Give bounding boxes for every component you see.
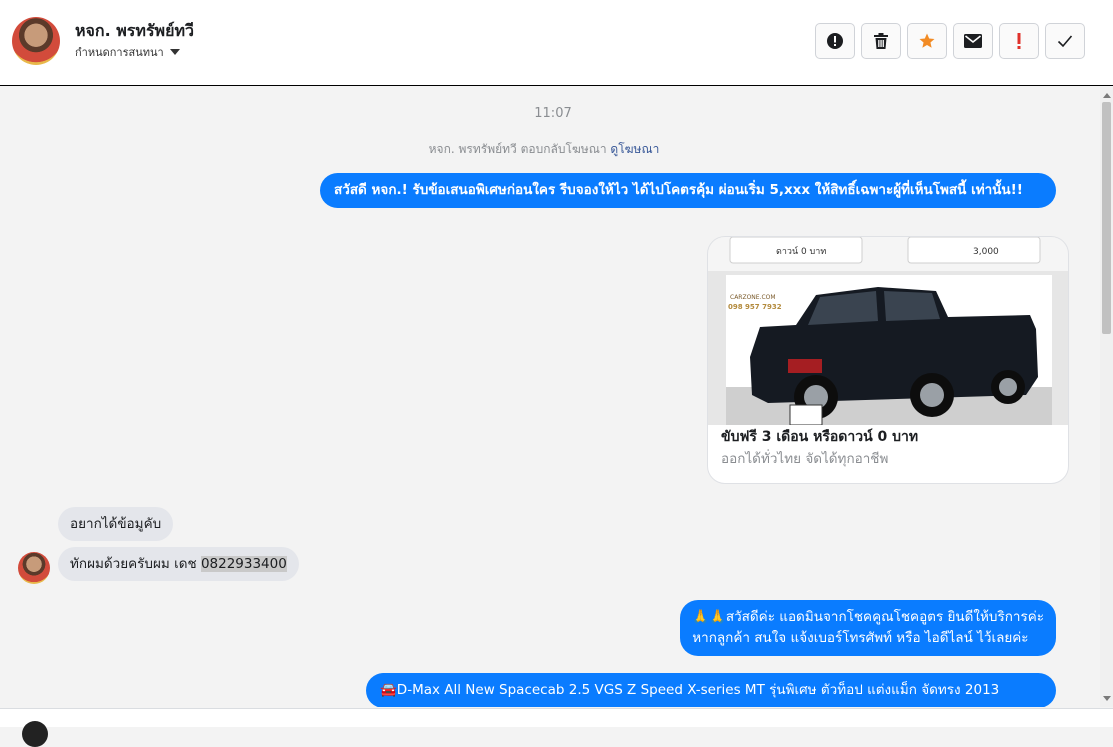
phone-number[interactable]: 0822933400: [200, 556, 287, 572]
scrollbar-thumb[interactable]: [1102, 102, 1111, 334]
assign-conversation-dropdown[interactable]: กำหนดการสนทนา: [75, 43, 180, 61]
page-avatar: [22, 721, 48, 747]
envelope-icon: [964, 34, 982, 48]
checkmark-icon: [1057, 35, 1073, 48]
outgoing-message-line: 🙏🙏สวัสดีค่ะ แอดมินจากโชคคูณโชคอูตร ยินดี…: [692, 609, 1044, 625]
header-actions: [815, 23, 1085, 59]
scroll-down-arrow-icon[interactable]: [1103, 696, 1111, 701]
incoming-message[interactable]: ทักผมด้วยครับผม เดช 0822933400: [58, 547, 299, 581]
chat-scrollbar[interactable]: [1100, 87, 1113, 707]
ad-card-title: ขับฟรี 3 เดือน หรือดาวน์ 0 บาท: [721, 429, 919, 445]
alert-circle-icon: [827, 33, 843, 49]
incoming-message-text: อยากได้ข้อมูคับ: [70, 516, 162, 532]
star-button[interactable]: [907, 23, 947, 59]
sender-avatar[interactable]: [18, 552, 50, 584]
contact-avatar[interactable]: [12, 17, 60, 65]
mark-spam-button[interactable]: [815, 23, 855, 59]
delete-button[interactable]: [861, 23, 901, 59]
outgoing-message-text: สวัสดี หจก.! รับข้อเสนอพิเศษก่อนใคร รีบจ…: [334, 182, 1023, 198]
incoming-message[interactable]: อยากได้ข้อมูคับ: [58, 507, 174, 541]
message-timestamp: 11:07: [534, 106, 572, 121]
follow-up-button[interactable]: [999, 23, 1039, 59]
outgoing-message-line: หากลูกค้า สนใจ แจ้งเบอร์โทรศัพท์ หรือ ไอ…: [692, 630, 1029, 646]
message-thread: 11:07 หจก. พรทรัพย์ทวี ตอบกลับโฆษณา ดูโฆ…: [0, 87, 1100, 707]
mark-unread-button[interactable]: [953, 23, 993, 59]
message-composer[interactable]: [0, 708, 1113, 747]
banner-right-text: 3,000: [973, 247, 999, 257]
star-icon: [919, 33, 935, 48]
ad-reply-notice: หจก. พรทรัพย์ทวี ตอบกลับโฆษณา ดูโฆษณา: [0, 140, 1088, 159]
outgoing-message[interactable]: 🚘D-Max All New Spacecab 2.5 VGS Z Speed …: [366, 673, 1056, 707]
outgoing-message[interactable]: สวัสดี หจก.! รับข้อเสนอพิเศษก่อนใคร รีบจ…: [320, 173, 1056, 208]
contact-name[interactable]: หจก. พรทรัพย์ทวี: [75, 19, 194, 44]
ad-reply-text: หจก. พรทรัพย์ทวี ตอบกลับโฆษณา: [428, 142, 607, 156]
scroll-up-arrow-icon[interactable]: [1103, 93, 1111, 98]
ad-card-image: ดาวน์ 0 บาท 3,000 CARZONE.COM 098 957 79…: [708, 237, 1068, 426]
outgoing-message[interactable]: 🙏🙏สวัสดีค่ะ แอดมินจากโชคคูณโชคอูตร ยินดี…: [680, 600, 1056, 656]
dealer-logo-text: CARZONE.COM: [730, 294, 776, 301]
dealer-logo-phone: 098 957 7932: [728, 303, 782, 311]
exclamation-icon: [1017, 33, 1021, 49]
conversation-header: หจก. พรทรัพย์ทวี กำหนดการสนทนา: [0, 0, 1113, 86]
outgoing-message-text: 🚘D-Max All New Spacecab 2.5 VGS Z Speed …: [380, 682, 1000, 698]
trash-icon: [874, 33, 888, 49]
assign-conversation-label: กำหนดการสนทนา: [75, 46, 164, 59]
mark-done-button[interactable]: [1045, 23, 1085, 59]
view-ad-link[interactable]: ดูโฆษณา: [610, 142, 659, 156]
banner-left-text: ดาวน์ 0 บาท: [776, 245, 826, 257]
pickup-truck-image: ดาวน์ 0 บาท 3,000 CARZONE.COM 098 957 79…: [708, 237, 1068, 426]
caret-down-icon: [169, 49, 180, 55]
ad-card-subtitle: ออกได้ทั่วไทย จัดได้ทุกอาชีพ: [721, 451, 889, 467]
incoming-message-text: ทักผมด้วยครับผม เดช: [70, 556, 201, 572]
ad-card[interactable]: ดาวน์ 0 บาท 3,000 CARZONE.COM 098 957 79…: [707, 236, 1069, 484]
